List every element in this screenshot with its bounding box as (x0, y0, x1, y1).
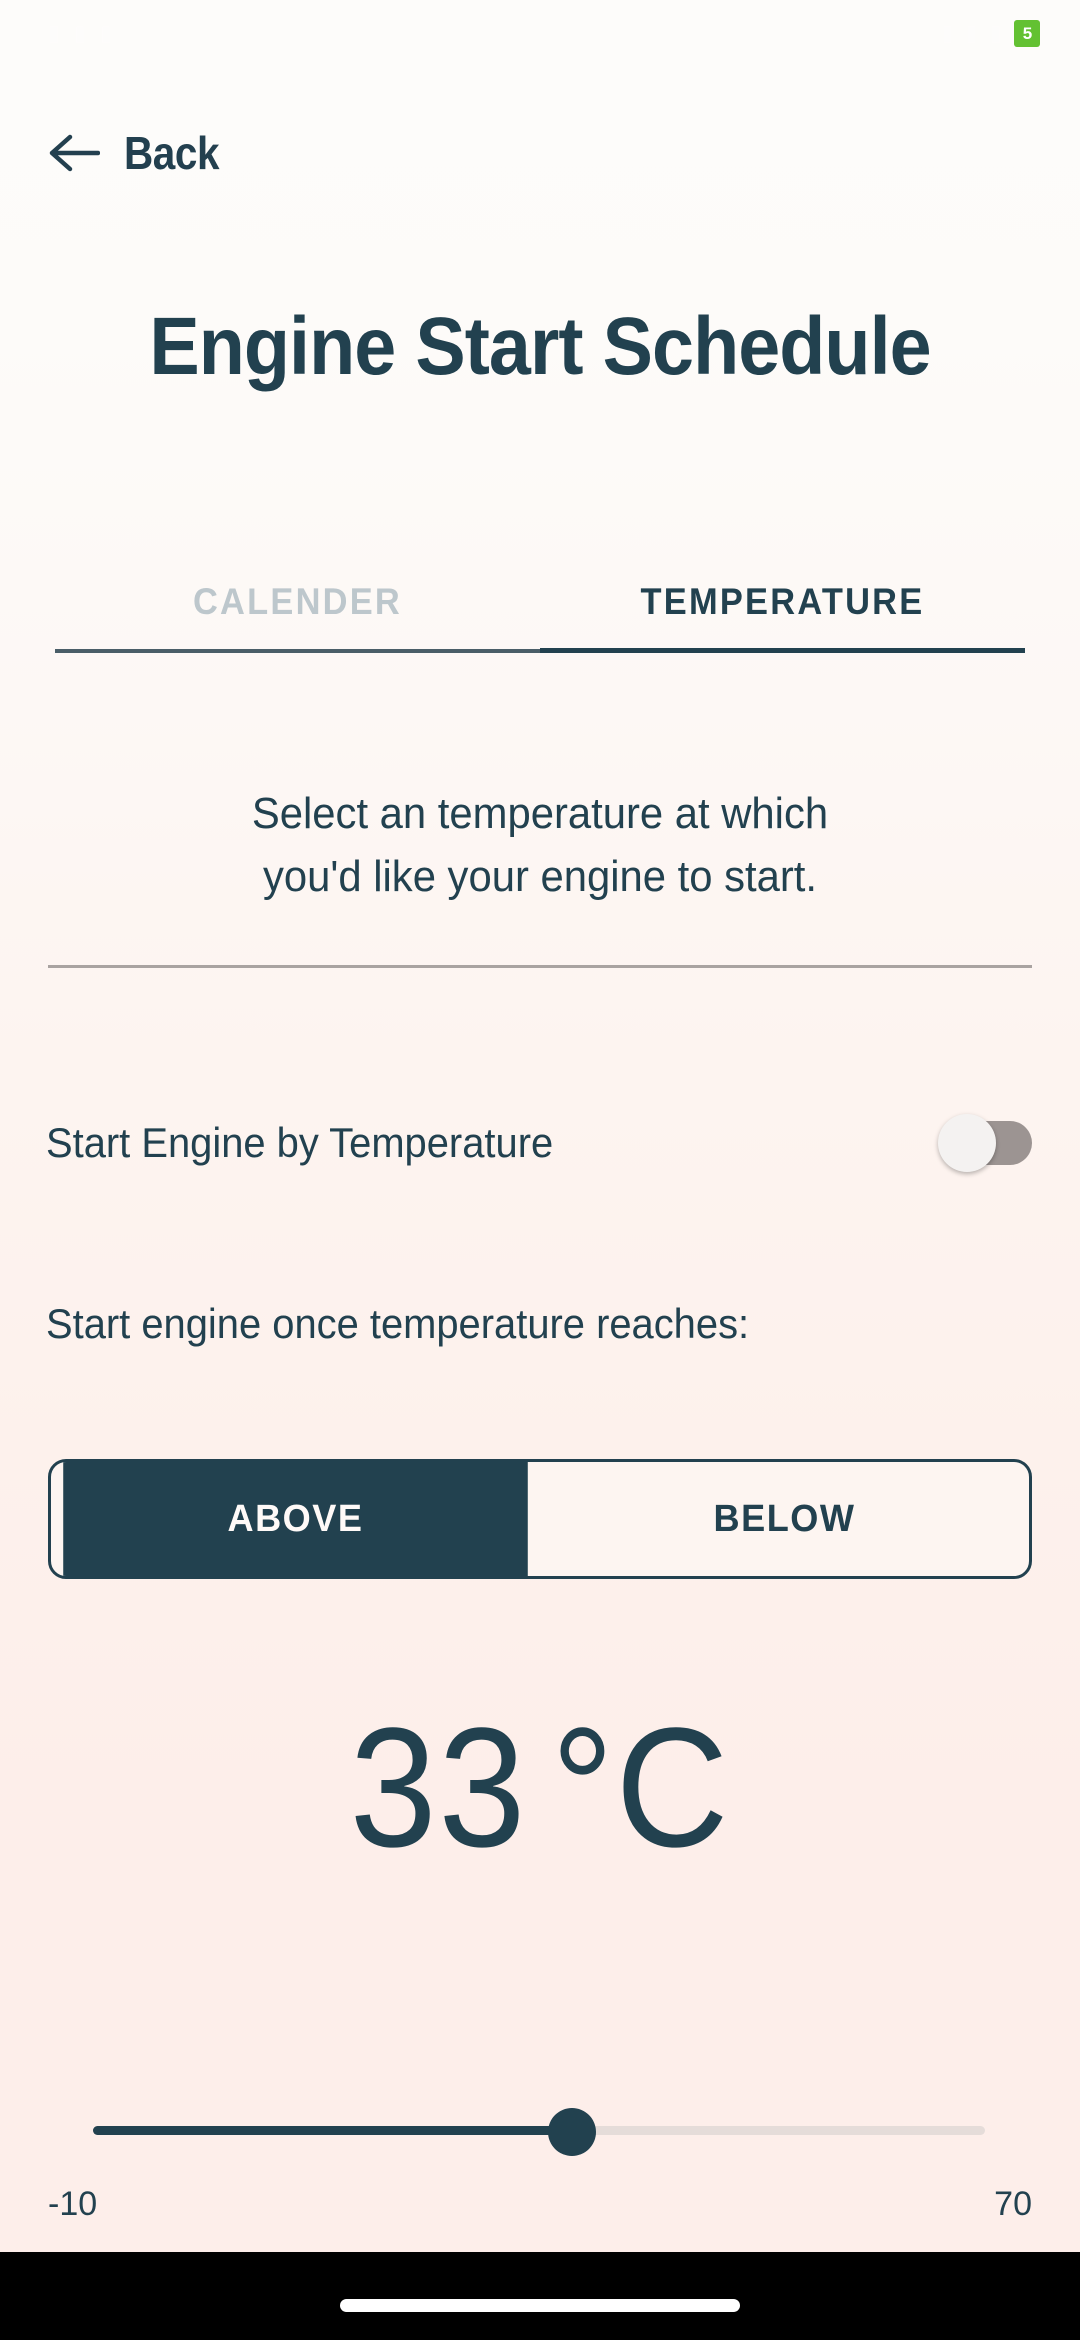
temperature-display: 33 °C (43, 1688, 1037, 1888)
switch-thumb (938, 1114, 996, 1172)
temperature-unit: °C (551, 1693, 731, 1883)
bluetooth-icon: ▮ (965, 21, 978, 45)
tab-calender[interactable]: CALENDER (72, 556, 523, 648)
temperature-number: 33 (349, 1693, 528, 1883)
section-divider (48, 965, 1032, 968)
alarm-icon: ▮ (941, 21, 954, 45)
start-engine-toggle-row: Start Engine by Temperature (46, 1100, 1034, 1186)
tab-temperature[interactable]: TEMPERATURE (557, 556, 1008, 648)
app-screen: ▮ ▮ ▮ ▮ ▮ ▮ 5 Back Engine Start Schedule… (0, 0, 1080, 2340)
slider-track-fill (93, 2126, 573, 2135)
start-engine-by-temperature-switch[interactable] (938, 1114, 1034, 1172)
notification-icon: ▮ (100, 21, 113, 45)
cellular-icon: ▮ (989, 21, 1002, 45)
toggle-label: Start Engine by Temperature (46, 1119, 554, 1166)
page-title: Engine Start Schedule (149, 301, 931, 392)
tab-underline (55, 648, 1025, 653)
status-bar: ▮ ▮ ▮ ▮ ▮ ▮ 5 (0, 0, 1080, 66)
back-button[interactable]: Back (0, 108, 1080, 198)
battery-indicator: 5 (1014, 19, 1040, 47)
description-text: Select an temperature at which you'd lik… (27, 782, 1053, 908)
description-line-2: you'd like your engine to start. (262, 852, 817, 901)
tab-bar: CALENDER TEMPERATURE (55, 556, 1025, 676)
tab-active-indicator (540, 648, 1025, 653)
temperature-slider[interactable] (93, 2108, 985, 2156)
reaches-label: Start engine once temperature reaches: (46, 1300, 750, 1347)
above-below-segmented-control: ABOVE BELOW (48, 1459, 1032, 1579)
slider-min-label: -10 (48, 2185, 98, 2223)
system-navigation-bar (0, 2252, 1080, 2340)
back-label: Back (124, 127, 220, 179)
tab-row: CALENDER TEMPERATURE (55, 556, 1025, 648)
signal-icon: ▮ (48, 21, 61, 45)
status-bar-left: ▮ ▮ ▮ (48, 23, 942, 44)
description-line-1: Select an temperature at which (251, 789, 829, 838)
segment-below[interactable]: BELOW (552, 1462, 1017, 1576)
wifi-icon: ▮ (74, 21, 87, 45)
status-bar-right: ▮ ▮ ▮ 5 (941, 19, 1040, 47)
segment-above[interactable]: ABOVE (63, 1462, 528, 1576)
home-indicator[interactable] (340, 2299, 740, 2312)
slider-thumb[interactable] (548, 2108, 597, 2156)
slider-range-labels: -10 70 (48, 2185, 1032, 2224)
tab-underline-inactive (55, 649, 540, 653)
slider-max-label: 70 (994, 2185, 1032, 2223)
arrow-left-icon (48, 127, 100, 179)
